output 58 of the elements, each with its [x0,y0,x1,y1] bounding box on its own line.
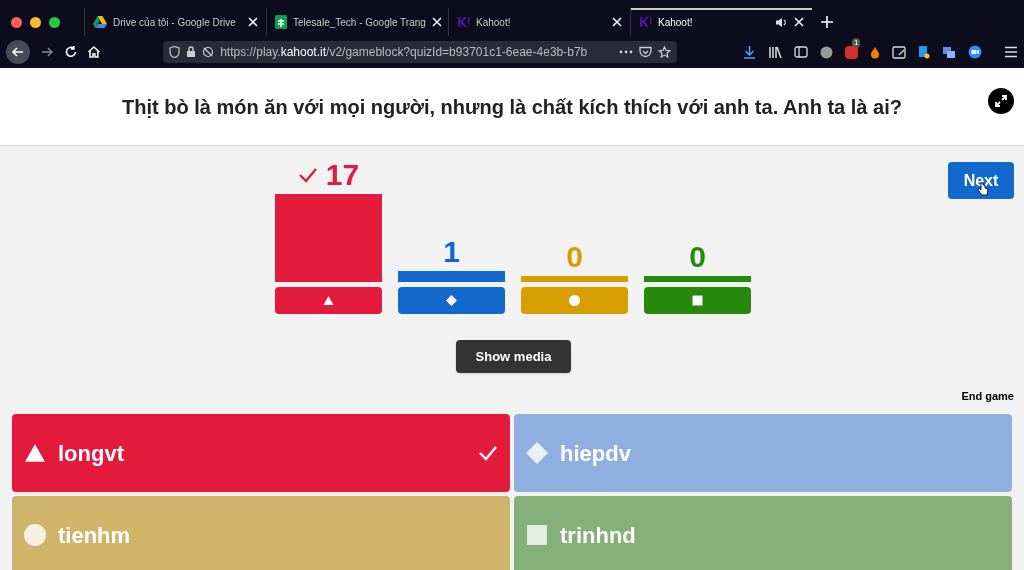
answer-text: trinhnd [560,521,637,550]
screenshot-icon[interactable] [892,45,906,59]
answer-text: longvt [58,439,125,468]
square-icon [526,524,548,546]
fullscreen-icon[interactable] [988,88,1014,114]
url-text: https://play.kahoot.it/v2/gameblock?quizId=b93701c1-6eae-4e3b-b7b [220,44,589,61]
new-tab-icon[interactable] [820,15,834,29]
answer-count: 1 [443,237,460,268]
triangle-icon [323,295,334,306]
shield-icon [169,46,181,58]
spreadsheet-icon [275,15,287,29]
answer-text: hiepdv [560,439,632,468]
reload-icon[interactable] [63,45,78,59]
star-icon[interactable] [658,45,671,59]
close-window-icon[interactable] [11,16,22,28]
back-icon[interactable] [6,40,30,64]
notification-badge: 1 [852,37,861,48]
k-logo-icon [639,16,652,28]
library-icon[interactable] [768,45,782,59]
close-tab-icon[interactable] [612,17,622,27]
close-tab-icon[interactable] [431,17,442,27]
circle-icon [24,524,46,546]
square-icon [692,295,703,306]
next-button[interactable]: Next [948,162,1014,199]
download-icon[interactable] [743,45,756,59]
k-logo-icon [457,16,470,28]
maximize-window-icon[interactable] [49,16,60,28]
extension-icon[interactable] [845,45,858,59]
triangle-icon [24,442,46,464]
document-icon[interactable] [918,45,930,59]
more-actions-icon[interactable] [619,50,633,54]
close-tab-icon[interactable] [248,17,258,27]
forward-icon[interactable] [39,45,54,59]
lock-icon [186,46,197,58]
video-camera-icon[interactable] [968,45,982,59]
circle-icon [569,295,580,306]
answer-count: 0 [689,242,706,272]
flame-icon[interactable] [870,45,880,59]
answer-text: tienhm [58,521,132,550]
question-text: Thịt bò là món ăn với mọi người, nhưng là chất kích thích với anh ta. Anh ta là ai? [122,94,902,120]
answer-count: 0 [566,242,583,272]
end-game-link[interactable]: End game [961,388,1014,405]
answer-count: 17 [325,160,360,190]
speaker-icon[interactable] [775,16,788,28]
home-icon[interactable] [87,45,102,59]
close-tab-icon[interactable] [794,17,804,27]
pocket-icon[interactable] [639,46,652,58]
diamond-icon [446,295,457,306]
triangle-logo-icon [93,16,107,28]
address-bar[interactable]: https://play.kahoot.it/v2/gameblock?quizId=b93701c1-6eae-4e3b-b7b [163,41,677,63]
diamond-icon [526,442,548,464]
autoplay-blocked-icon [202,46,215,58]
minimize-window-icon[interactable] [30,16,41,28]
browser-tab[interactable]: Kahoot! [630,8,812,36]
show-media-button[interactable]: Show media [456,340,571,373]
check-icon [478,445,498,461]
menu-icon[interactable] [1004,46,1018,58]
sidebar-icon[interactable] [794,46,808,58]
